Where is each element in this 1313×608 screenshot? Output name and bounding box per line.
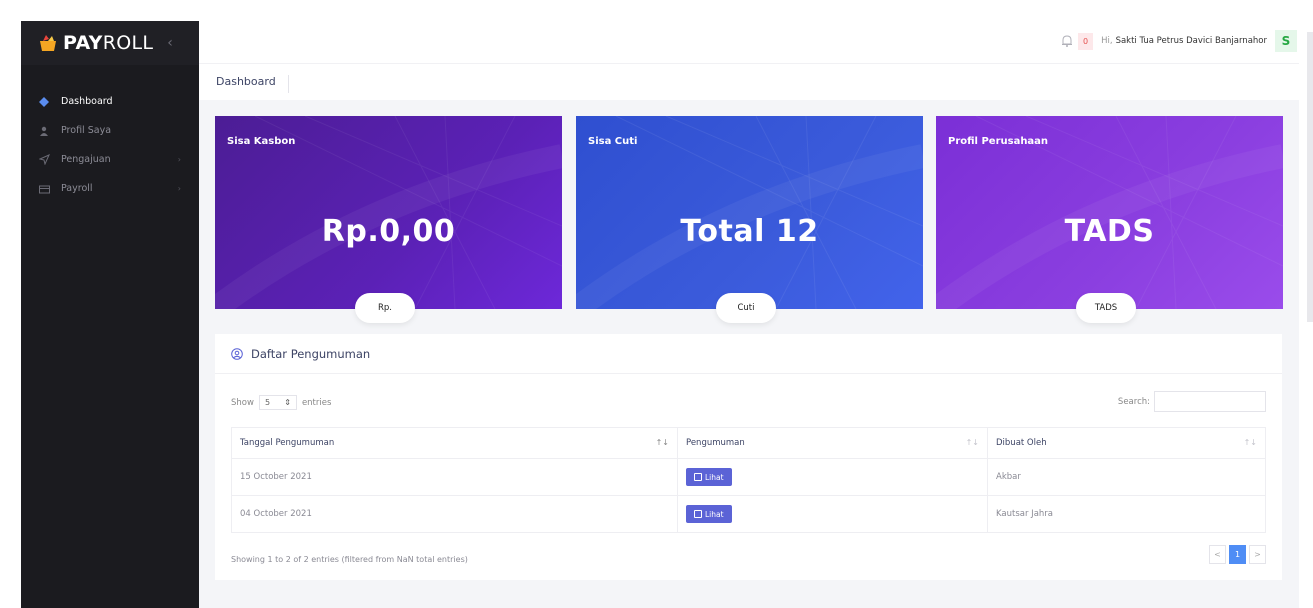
send-icon — [38, 154, 50, 166]
user-area: 0 Hi, Sakti Tua Petrus Davici Banjarnahor… — [1060, 29, 1297, 53]
card-profil-perusahaan: Profil Perusahaan TADS — [936, 116, 1283, 309]
card-value: TADS — [1064, 214, 1155, 249]
table-header-row: Tanggal Pengumuman ↑↓ Pengumuman ↑↓ Dibuat… — [231, 427, 1266, 459]
card-value: Rp.0,00 — [321, 214, 456, 249]
entries-select[interactable]: 5 ⇕ — [258, 395, 297, 410]
pagination-next[interactable]: > — [1249, 545, 1266, 564]
pagination-page[interactable]: 1 — [1229, 545, 1246, 564]
pagination: < 1 > — [1206, 545, 1266, 564]
sort-icon: ↑↓ — [1243, 438, 1257, 447]
cell-action: Lihat — [677, 495, 988, 533]
card-title: Sisa Kasbon — [227, 136, 296, 147]
sidebar-item-label: Dashboard — [61, 96, 113, 107]
sort-icon: ↑↓ — [655, 438, 669, 447]
document-icon — [694, 510, 702, 518]
search-input[interactable] — [1154, 391, 1266, 412]
sidebar-item-dashboard[interactable]: Dashboard — [21, 87, 199, 116]
search: Search: — [1118, 391, 1266, 412]
show-label: Show — [231, 397, 254, 408]
sort-icon: ↑↓ — [965, 438, 979, 447]
logo-icon — [37, 32, 59, 54]
breadcrumb: Dashboard — [199, 63, 1299, 100]
chevron-right-icon: › — [177, 184, 181, 193]
cell-action: Lihat — [677, 458, 988, 496]
notification-count-badge[interactable]: 0 — [1078, 32, 1094, 50]
cell-author: Kautsar Jahra — [987, 495, 1266, 533]
entries-length: Show 5 ⇕ entries — [231, 395, 331, 410]
brand-name: PAYROLL — [63, 32, 154, 54]
lihat-button[interactable]: Lihat — [686, 505, 732, 523]
column-header-pengumuman[interactable]: Pengumuman ↑↓ — [677, 427, 988, 459]
announcement-table: Tanggal Pengumuman ↑↓ Pengumuman ↑↓ Dibuat… — [231, 427, 1266, 533]
top-header: 0 Hi, Sakti Tua Petrus Davici Banjarnahor… — [199, 21, 1299, 63]
sort-arrows-icon: ⇕ — [284, 398, 291, 407]
sidebar-item-payroll[interactable]: Payroll › — [21, 174, 199, 203]
pagination-prev[interactable]: < — [1209, 545, 1226, 564]
column-header-tanggal[interactable]: Tanggal Pengumuman ↑↓ — [231, 427, 678, 459]
table-row: 15 October 2021 Lihat Akbar — [231, 458, 1266, 496]
table-row: 04 October 2021 Lihat Kautsar Jahra — [231, 495, 1266, 533]
card-title: Profil Perusahaan — [948, 136, 1049, 147]
lihat-button[interactable]: Lihat — [686, 468, 732, 486]
sidebar-item-label: Payroll — [61, 183, 93, 194]
user-icon — [38, 125, 50, 137]
sidebar-item-profil-saya[interactable]: Profil Saya — [21, 116, 199, 145]
cell-date: 15 October 2021 — [231, 458, 678, 496]
sidebar: PAYROLL ‹ Dashboard Profil Saya Pengajua… — [21, 21, 199, 608]
sidebar-item-label: Pengajuan — [61, 154, 111, 165]
sidebar-item-label: Profil Saya — [61, 125, 112, 136]
card-pill-cuti[interactable]: Cuti — [716, 293, 776, 323]
card-title: Sisa Cuti — [588, 136, 638, 147]
bell-icon[interactable] — [1060, 34, 1074, 48]
avatar[interactable]: S — [1275, 30, 1297, 52]
chevron-left-icon[interactable]: ‹ — [167, 35, 173, 51]
entries-label: entries — [301, 397, 332, 408]
diamond-icon — [38, 96, 50, 108]
cell-date: 04 October 2021 — [231, 495, 678, 533]
search-label: Search: — [1117, 396, 1150, 407]
entries-select-value: 5 — [264, 398, 271, 407]
page-scrollbar[interactable] — [1307, 32, 1313, 322]
panel-header: Daftar Pengumuman — [215, 334, 1282, 374]
announcement-panel: Daftar Pengumuman Show 5 ⇕ entries Searc… — [215, 334, 1282, 580]
card-pill-tads[interactable]: TADS — [1076, 293, 1136, 323]
sidebar-item-pengajuan[interactable]: Pengajuan › — [21, 145, 199, 174]
document-icon — [694, 473, 702, 481]
card-sisa-cuti: Sisa Cuti Total 12 — [576, 116, 923, 309]
column-header-dibuat-oleh[interactable]: Dibuat Oleh ↑↓ — [987, 427, 1266, 459]
panel-title: Daftar Pengumuman — [251, 346, 371, 361]
sidebar-nav: Dashboard Profil Saya Pengajuan › Payrol… — [21, 87, 199, 203]
brand[interactable]: PAYROLL ‹ — [21, 21, 199, 65]
wallet-icon — [38, 183, 50, 195]
user-greeting[interactable]: Hi, Sakti Tua Petrus Davici Banjarnahor — [1101, 36, 1267, 46]
card-sisa-kasbon: Sisa Kasbon Rp.0,00 — [215, 116, 562, 309]
main-content: Sisa Kasbon Rp.0,00 Rp. Sisa Cuti Total … — [199, 100, 1299, 608]
card-value: Total 12 — [680, 214, 819, 249]
cell-author: Akbar — [987, 458, 1266, 496]
user-circle-icon — [231, 347, 243, 360]
chevron-right-icon: › — [177, 155, 181, 164]
card-pill-rp[interactable]: Rp. — [355, 293, 415, 323]
breadcrumb-current[interactable]: Dashboard — [216, 75, 289, 93]
table-controls: Show 5 ⇕ entries Search: — [231, 391, 1266, 413]
table-info: Showing 1 to 2 of 2 entries (filtered fr… — [231, 555, 468, 564]
